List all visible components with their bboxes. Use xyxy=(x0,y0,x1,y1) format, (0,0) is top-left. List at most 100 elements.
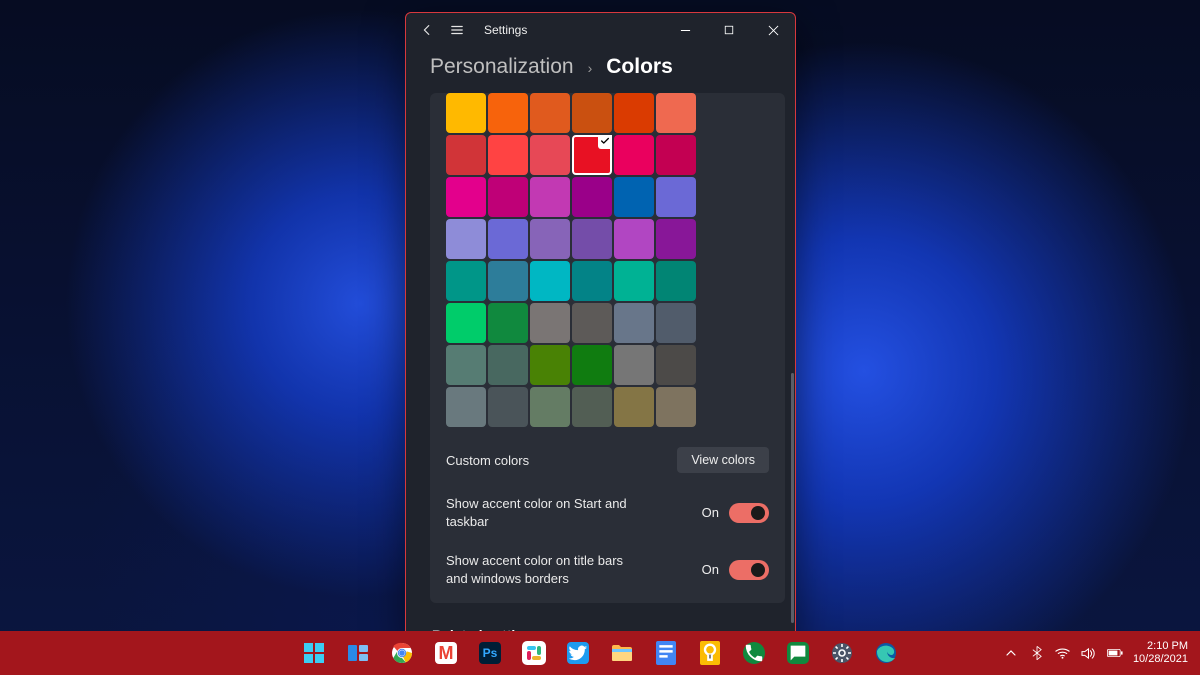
chevron-up-icon[interactable] xyxy=(1003,645,1019,661)
color-swatch[interactable] xyxy=(572,135,612,175)
color-swatch[interactable] xyxy=(614,345,654,385)
color-swatch[interactable] xyxy=(488,345,528,385)
taskbar-app-photoshop[interactable]: Ps xyxy=(471,634,509,672)
accent-color-panel: Custom colors View colors Show accent co… xyxy=(430,93,785,603)
accent-titlebar-state: On xyxy=(702,562,719,577)
color-swatch[interactable] xyxy=(530,177,570,217)
clock[interactable]: 2:10 PM 10/28/2021 xyxy=(1133,640,1192,665)
color-swatch[interactable] xyxy=(572,219,612,259)
view-colors-button[interactable]: View colors xyxy=(677,447,769,473)
color-swatch[interactable] xyxy=(614,135,654,175)
color-swatch[interactable] xyxy=(530,219,570,259)
color-swatch[interactable] xyxy=(656,93,696,133)
bluetooth-icon[interactable] xyxy=(1029,645,1045,661)
color-swatch[interactable] xyxy=(530,135,570,175)
color-swatch[interactable] xyxy=(530,303,570,343)
color-swatch[interactable] xyxy=(656,387,696,427)
color-swatch[interactable] xyxy=(572,387,612,427)
accent-titlebar-row: Show accent color on title bars and wind… xyxy=(446,552,769,587)
taskbar-app-settings[interactable] xyxy=(823,634,861,672)
color-swatch[interactable] xyxy=(446,219,486,259)
color-swatch[interactable] xyxy=(614,177,654,217)
taskbar-app-gmail[interactable]: M xyxy=(427,634,465,672)
color-swatch[interactable] xyxy=(446,261,486,301)
color-swatch[interactable] xyxy=(488,387,528,427)
color-swatch[interactable] xyxy=(530,261,570,301)
clock-date: 10/28/2021 xyxy=(1133,653,1188,666)
system-tray: 2:10 PM 10/28/2021 xyxy=(1003,631,1192,675)
taskbar-app-docs[interactable] xyxy=(647,634,685,672)
custom-colors-label: Custom colors xyxy=(446,453,529,468)
color-swatch[interactable] xyxy=(530,345,570,385)
taskbar-apps: MPs xyxy=(295,631,905,675)
color-swatch[interactable] xyxy=(488,177,528,217)
back-icon[interactable] xyxy=(420,23,434,37)
color-swatch[interactable] xyxy=(572,345,612,385)
color-swatch[interactable] xyxy=(656,303,696,343)
color-swatch[interactable] xyxy=(614,219,654,259)
color-swatch[interactable] xyxy=(614,261,654,301)
taskbar-app-chrome[interactable] xyxy=(383,634,421,672)
breadcrumb-current: Colors xyxy=(606,55,673,79)
color-swatch[interactable] xyxy=(488,219,528,259)
settings-window: Settings Personalization › Colors Custom… xyxy=(405,12,796,640)
color-swatch[interactable] xyxy=(614,93,654,133)
settings-content: Custom colors View colors Show accent co… xyxy=(406,93,795,639)
taskbar: MPs 2:10 PM 10/28/2021 xyxy=(0,631,1200,675)
accent-start-taskbar-label: Show accent color on Start and taskbar xyxy=(446,495,636,530)
maximize-button[interactable] xyxy=(707,13,751,47)
color-swatch[interactable] xyxy=(614,387,654,427)
breadcrumb-parent[interactable]: Personalization xyxy=(430,55,574,79)
custom-colors-row: Custom colors View colors xyxy=(446,447,769,473)
color-swatch[interactable] xyxy=(656,219,696,259)
taskbar-app-explorer[interactable] xyxy=(603,634,641,672)
color-swatch[interactable] xyxy=(656,177,696,217)
taskbar-app-keep[interactable] xyxy=(691,634,729,672)
hamburger-icon[interactable] xyxy=(450,23,464,37)
color-swatch[interactable] xyxy=(446,177,486,217)
taskbar-app-phone[interactable] xyxy=(735,634,773,672)
breadcrumb: Personalization › Colors xyxy=(406,47,795,93)
color-swatch[interactable] xyxy=(530,387,570,427)
color-swatch[interactable] xyxy=(446,345,486,385)
accent-start-taskbar-toggle[interactable] xyxy=(729,503,769,523)
accent-titlebar-label: Show accent color on title bars and wind… xyxy=(446,552,636,587)
battery-icon[interactable] xyxy=(1107,645,1123,661)
color-swatch[interactable] xyxy=(572,261,612,301)
clock-time: 2:10 PM xyxy=(1133,640,1188,653)
taskbar-app-taskview[interactable] xyxy=(339,634,377,672)
color-swatch[interactable] xyxy=(656,345,696,385)
color-swatch[interactable] xyxy=(656,261,696,301)
color-swatch[interactable] xyxy=(488,303,528,343)
color-swatch[interactable] xyxy=(488,93,528,133)
taskbar-app-messages[interactable] xyxy=(779,634,817,672)
titlebar: Settings xyxy=(406,13,795,47)
color-swatch[interactable] xyxy=(572,303,612,343)
taskbar-app-start[interactable] xyxy=(295,634,333,672)
accent-start-taskbar-row: Show accent color on Start and taskbar O… xyxy=(446,495,769,530)
accent-start-taskbar-state: On xyxy=(702,505,719,520)
color-swatch[interactable] xyxy=(572,177,612,217)
chevron-right-icon: › xyxy=(588,60,593,76)
accent-titlebar-toggle[interactable] xyxy=(729,560,769,580)
minimize-button[interactable] xyxy=(663,13,707,47)
color-swatch[interactable] xyxy=(488,135,528,175)
color-swatch[interactable] xyxy=(446,93,486,133)
close-button[interactable] xyxy=(751,13,795,47)
taskbar-app-slack[interactable] xyxy=(515,634,553,672)
taskbar-app-edge[interactable] xyxy=(867,634,905,672)
color-swatch[interactable] xyxy=(530,93,570,133)
color-swatch[interactable] xyxy=(614,303,654,343)
color-swatch[interactable] xyxy=(446,387,486,427)
color-swatch[interactable] xyxy=(488,261,528,301)
check-icon xyxy=(598,134,612,148)
color-swatch[interactable] xyxy=(572,93,612,133)
color-swatch[interactable] xyxy=(446,303,486,343)
taskbar-app-twitter[interactable] xyxy=(559,634,597,672)
color-swatch[interactable] xyxy=(446,135,486,175)
volume-icon[interactable] xyxy=(1081,645,1097,661)
color-swatch[interactable] xyxy=(656,135,696,175)
wifi-icon[interactable] xyxy=(1055,645,1071,661)
window-title: Settings xyxy=(484,23,527,37)
scrollbar[interactable] xyxy=(791,373,794,623)
